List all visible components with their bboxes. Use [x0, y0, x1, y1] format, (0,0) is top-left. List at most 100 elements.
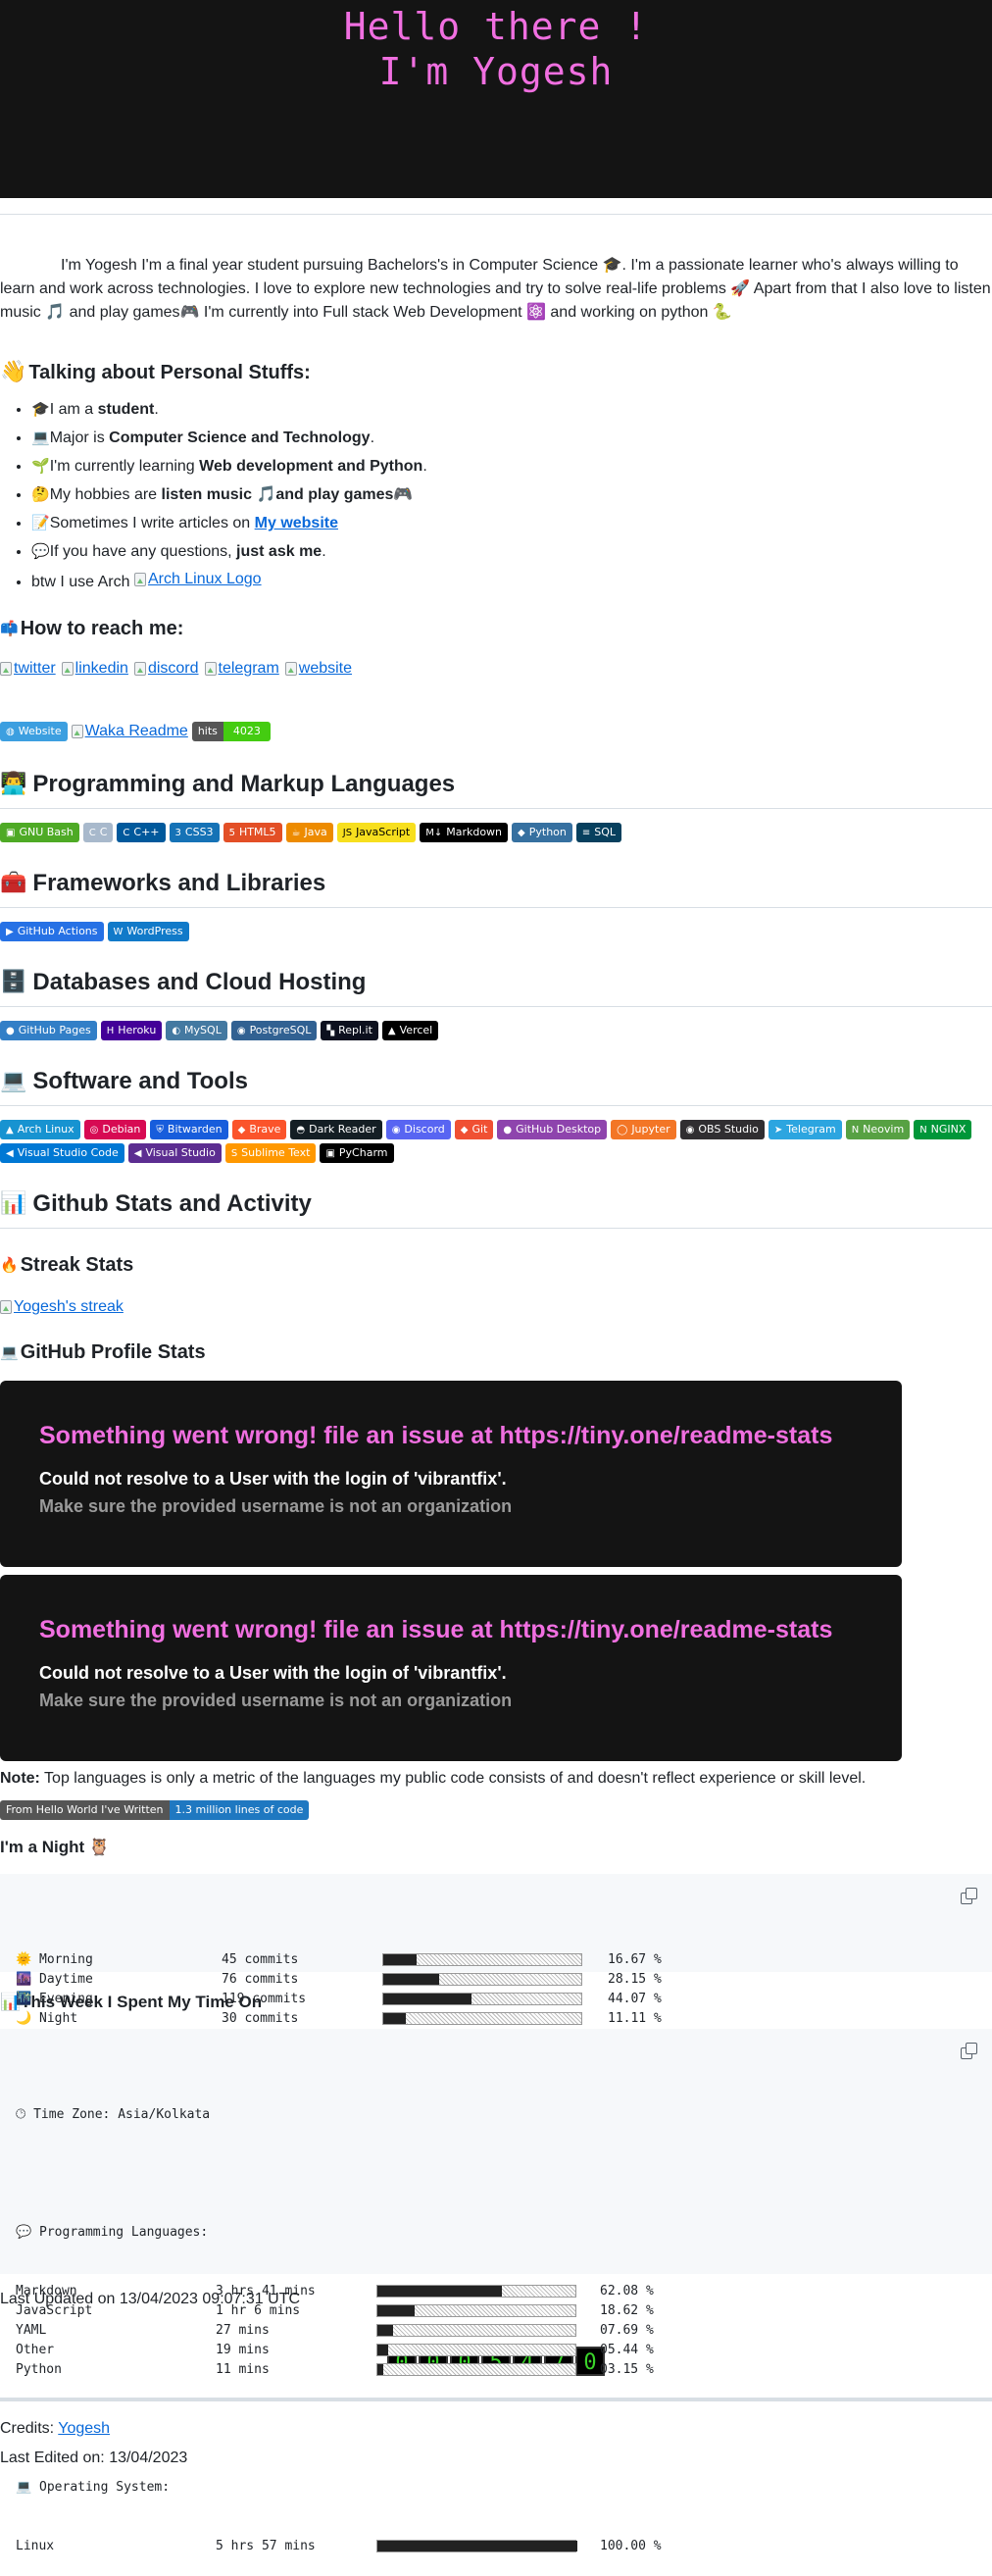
item-bold: Web development and Python [199, 458, 423, 475]
item-time: 19 mins [216, 2342, 270, 2357]
item-name: JavaScript [16, 2302, 93, 2318]
badge-logo-icon: 5 [228, 827, 235, 838]
badge-label: Arch Linux [17, 1122, 74, 1136]
reach-link-linkedin[interactable]: linkedin [61, 657, 128, 681]
time-row: Markdown 3 hrs 41 mins 62.08 % [16, 2282, 976, 2301]
commit-count: 45 commits [222, 1951, 299, 1967]
reach-link-telegram[interactable]: telegram [204, 657, 279, 681]
streak-heading: 🔥 Streak Stats [0, 1250, 992, 1280]
hits-label: hits [191, 722, 223, 741]
badge-logo-icon: JS [342, 827, 353, 838]
item-name: Python [16, 2361, 62, 2377]
badge-git: ◆ Git [454, 1120, 494, 1139]
badge-label: CSS3 [184, 825, 214, 838]
laptop-icon: 💻 [0, 1069, 27, 1093]
badge-logo-icon: C [123, 827, 130, 838]
languages-header: 💬 Programming Languages: [16, 2224, 209, 2240]
badge-brave: ◆ Brave [231, 1120, 287, 1139]
item-bold: just ask me [236, 543, 322, 560]
reach-title: How to reach me: [20, 618, 184, 639]
reach-link-twitter[interactable]: twitter [0, 657, 56, 681]
error-title: Something went wrong! file an issue at h… [39, 1422, 833, 1449]
website-badge[interactable]: ◍ Website [0, 722, 68, 741]
personal-list: 🎓I am a student.💻Major is Computer Scien… [0, 395, 992, 596]
item-text: Sometimes I write articles on [49, 515, 255, 531]
progress-bar [382, 2012, 582, 2026]
badge-label: Heroku [118, 1023, 157, 1036]
intro-paragraph: I'm Yogesh I'm a final year student purs… [0, 257, 991, 321]
badge-mysql: ◐ MySQL [166, 1021, 227, 1040]
badge-gnu-bash: ▣ GNU Bash [0, 823, 79, 842]
progress-bar [376, 2324, 576, 2338]
streak-link[interactable]: Yogesh's streak [0, 1295, 124, 1319]
time-row: Linux 5 hrs 57 mins 100.00 % [16, 2537, 976, 2556]
badge-label: NGINX [930, 1122, 967, 1136]
personal-item: 🌱I'm currently learning Web development … [31, 452, 992, 480]
badge-logo-icon: 3 [174, 827, 181, 838]
website-link[interactable]: My website [255, 515, 338, 531]
progress-fill [383, 1994, 471, 2005]
profile-stats-heading: 💻 GitHub Profile Stats [0, 1338, 992, 1367]
progress-fill [383, 1974, 440, 1986]
stats-cards: Something went wrong! file an issue at h… [0, 1381, 992, 1761]
personal-heading: 👋 Talking about Personal Stuffs: [0, 358, 992, 387]
badge-nginx: N NGINX [914, 1120, 972, 1139]
hero-line-2: I'm Yogesh [378, 50, 614, 93]
bullet-emoji-icon: 🤔 [31, 485, 50, 503]
waka-readme-link[interactable]: Waka Readme [71, 720, 188, 743]
badge-logo-icon: ◀ [133, 1147, 142, 1159]
badge-label: Telegram [786, 1122, 836, 1136]
hits-value: 4023 [223, 722, 271, 741]
badge-sublime-text: S Sublime Text [224, 1143, 317, 1163]
badge-logo-icon: ● [503, 1124, 513, 1136]
badge-label: Bitwarden [167, 1122, 223, 1136]
badge-github-actions: ▶ GitHub Actions [0, 922, 104, 941]
personal-item: 🎓I am a student. [31, 395, 992, 424]
personal-item: 💻Major is Computer Science and Technolog… [31, 424, 992, 452]
progress-bar [382, 1993, 582, 2006]
badge-obs-studio: ◉ OBS Studio [679, 1120, 765, 1139]
badge-label: GitHub Pages [18, 1023, 91, 1036]
weekly-time-block: 🕑︎ Time Zone: Asia/Kolkata 💬 Programming… [0, 2028, 992, 2553]
streak-link-label: Yogesh's streak [14, 1298, 124, 1315]
languages-title: Programming and Markup Languages [32, 771, 456, 797]
percent-text: 05.44 % [600, 2342, 654, 2357]
badge-label: Discord [404, 1122, 445, 1136]
broken-image-icon [284, 662, 297, 676]
badge-debian: ◎ Debian [83, 1120, 147, 1139]
reach-link-label: twitter [14, 660, 56, 677]
percent-text: 18.62 % [600, 2302, 654, 2318]
badge-label: GNU Bash [19, 825, 74, 838]
stats-heading: 📊 Github Stats and Activity [0, 1187, 992, 1229]
bullet-emoji-icon: 🎓 [31, 400, 50, 418]
badge-logo-icon: ◆ [518, 827, 525, 838]
reach-link-label: telegram [218, 660, 279, 677]
note-text: Top languages is only a metric of the la… [39, 1770, 867, 1787]
badge-logo-icon: ● [6, 1025, 15, 1036]
progress-fill [377, 2364, 384, 2376]
copy-icon[interactable] [961, 1887, 977, 1904]
badge-logo-icon: W [113, 926, 124, 937]
databases-title: Databases and Cloud Hosting [32, 969, 367, 995]
time-row: Python 11 mins 03.15 % [16, 2360, 976, 2380]
progress-fill [377, 2541, 577, 2552]
broken-image-icon [0, 1300, 12, 1314]
badge-label: Java [304, 825, 327, 838]
copy-icon[interactable] [961, 2042, 977, 2059]
arch-logo-link[interactable]: Arch Linux Logo [133, 566, 262, 593]
badge-logo-icon: ◉ [236, 1025, 246, 1036]
reach-link-website[interactable]: website [284, 657, 352, 681]
mailbox-icon: 📫 [0, 620, 19, 637]
progress-bar [376, 2285, 576, 2298]
badge-heroku: H Heroku [100, 1021, 163, 1040]
badge-logo-icon: ◆ [460, 1124, 469, 1136]
badge-label: Visual Studio Code [17, 1145, 119, 1159]
streak-title: Streak Stats [20, 1254, 134, 1276]
time-label: 🌆 Daytime [16, 1971, 93, 1987]
profile-stats-title: GitHub Profile Stats [20, 1341, 206, 1363]
reach-link-discord[interactable]: discord [133, 657, 199, 681]
item-time: 1 hr 6 mins [216, 2302, 301, 2318]
badge-logo-icon: ◯ [617, 1124, 628, 1136]
personal-item: 🤔My hobbies are listen music 🎵and play g… [31, 480, 992, 509]
progress-fill [377, 2305, 415, 2317]
